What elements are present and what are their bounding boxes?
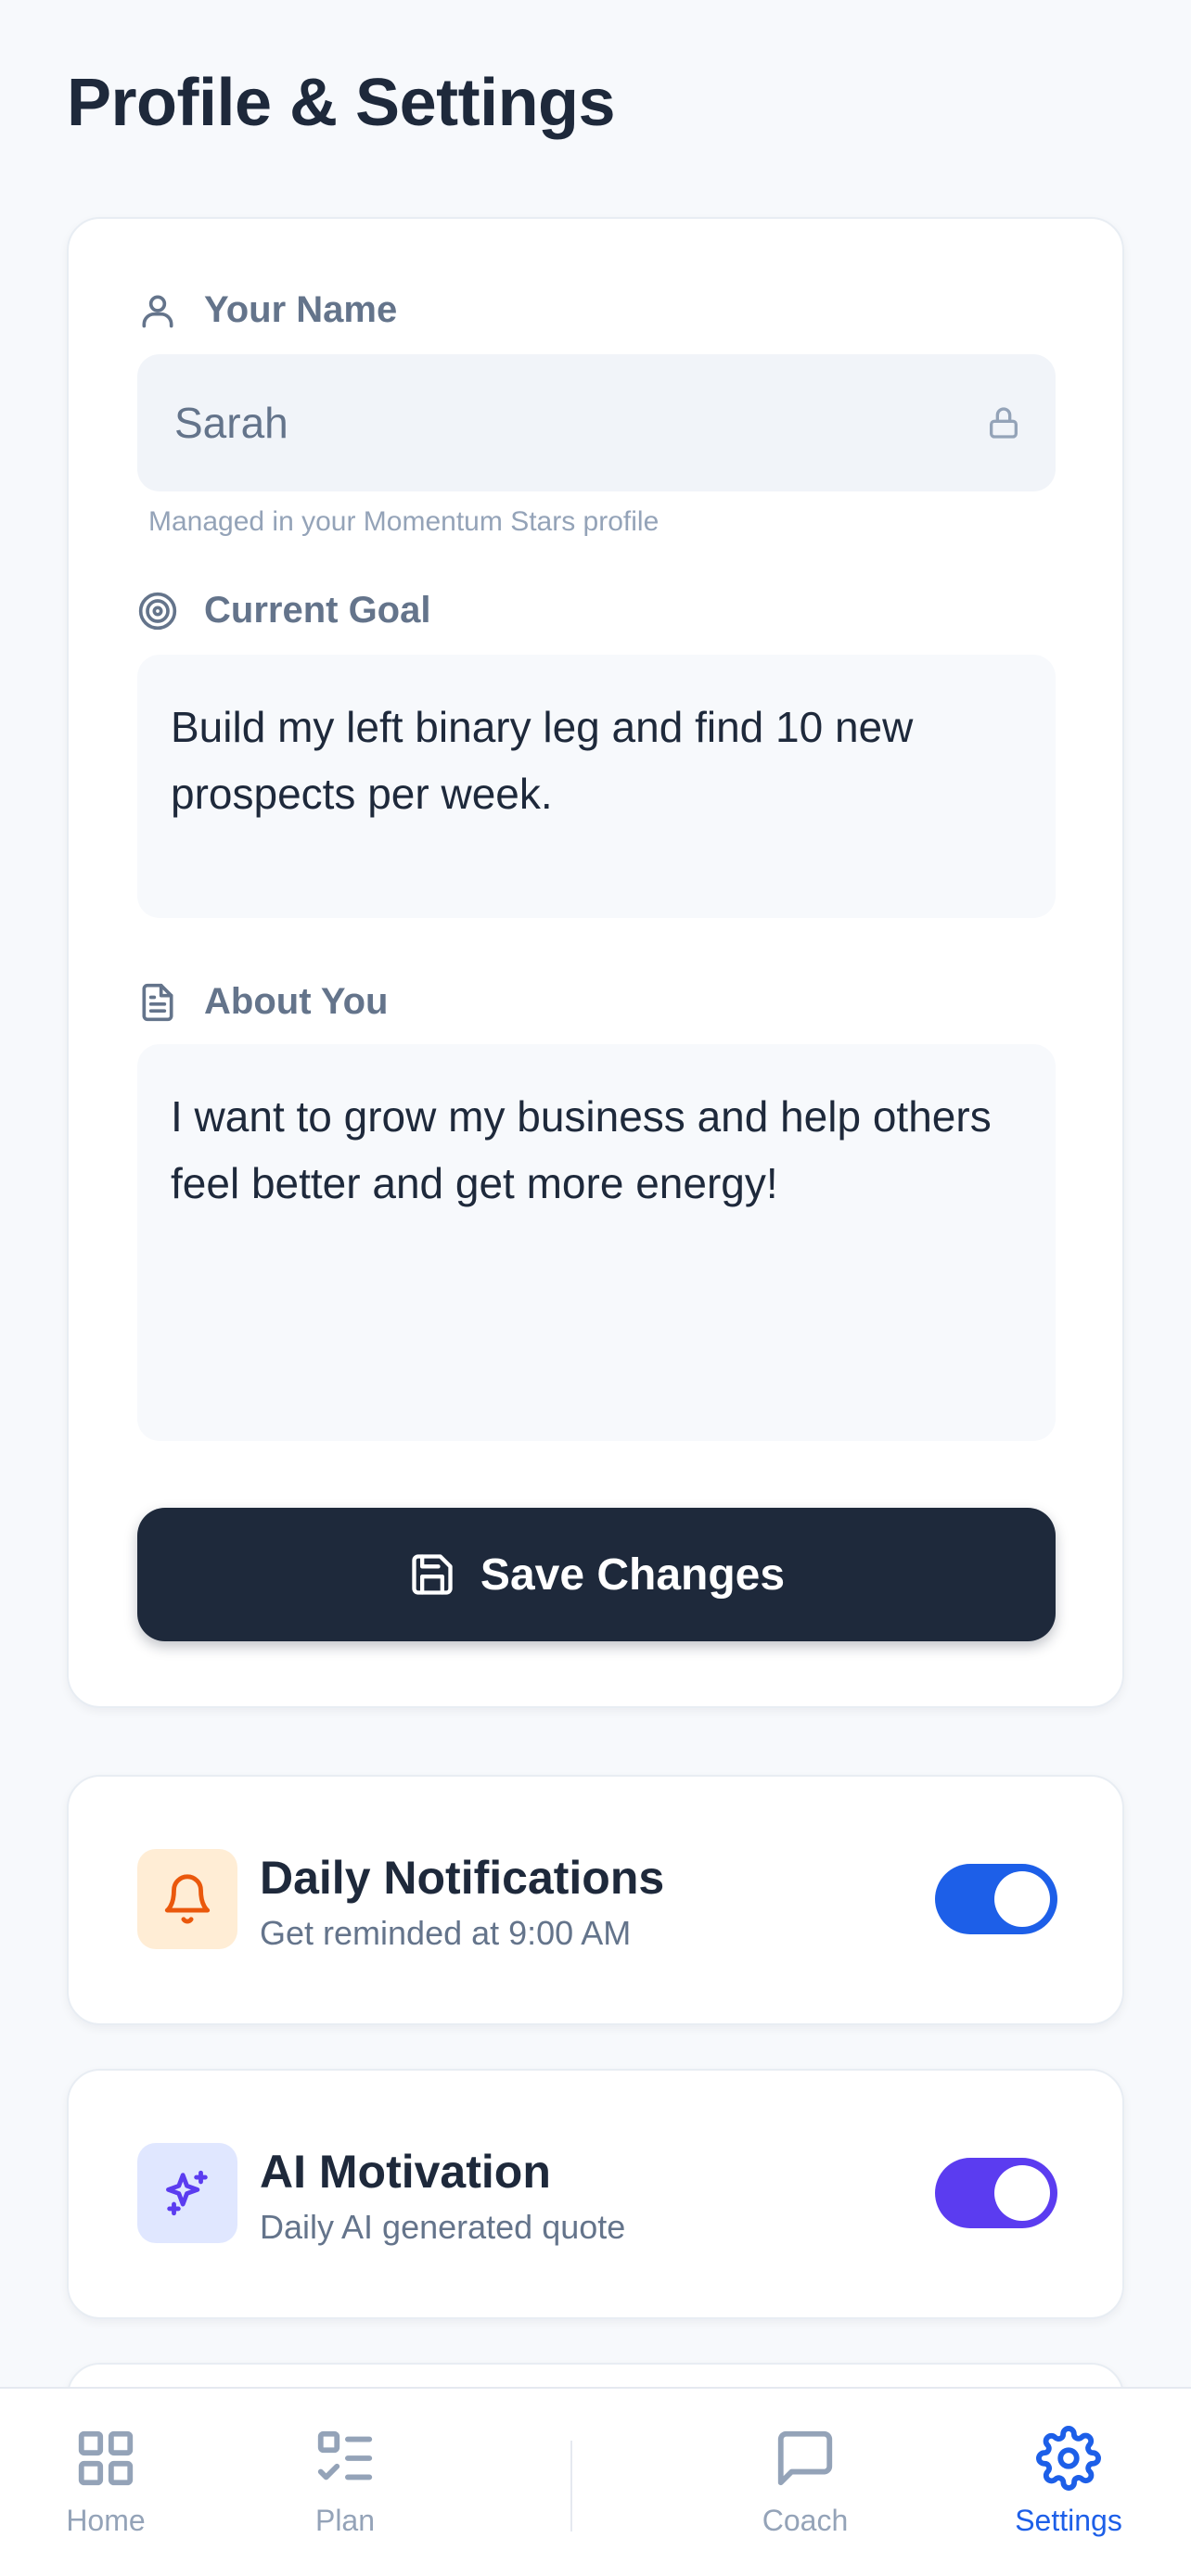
nav-coach-label: Coach (762, 2504, 849, 2537)
nav-home[interactable]: Home (13, 2426, 198, 2538)
nav-plan[interactable]: Plan (252, 2426, 438, 2538)
bottom-nav: Home Plan Coach Settings (0, 2387, 1191, 2576)
about-label: About You (137, 981, 388, 1023)
notifications-subtitle: Get reminded at 9:00 AM (260, 1914, 632, 1952)
notifications-toggle[interactable] (935, 1864, 1057, 1934)
gear-icon (1036, 2426, 1101, 2491)
goal-label: Current Goal (137, 590, 430, 631)
grid-icon (78, 2430, 134, 2486)
nav-home-label: Home (66, 2504, 146, 2537)
ai-motivation-card: AI Motivation Daily AI generated quote (67, 2069, 1124, 2319)
ai-motivation-toggle[interactable] (935, 2158, 1057, 2228)
target-icon (138, 592, 177, 630)
nav-settings-label: Settings (1015, 2504, 1122, 2537)
save-changes-label: Save Changes (480, 1549, 786, 1600)
ai-motivation-title: AI Motivation (260, 2146, 551, 2198)
name-field: Sarah (137, 354, 1056, 491)
name-label-text: Your Name (204, 289, 398, 330)
nav-coach[interactable]: Coach (712, 2426, 898, 2538)
name-value: Sarah (174, 399, 288, 447)
about-label-text: About You (204, 981, 389, 1022)
ai-icon-tile (137, 2143, 237, 2243)
name-helper-text: Managed in your Momentum Stars profile (148, 506, 660, 537)
document-icon (142, 983, 173, 1021)
goal-label-text: Current Goal (204, 590, 431, 631)
user-icon (142, 295, 173, 327)
page-title: Profile & Settings (67, 66, 616, 140)
notifications-icon-tile (137, 1849, 237, 1949)
notifications-title: Daily Notifications (260, 1852, 665, 1904)
toggle-knob (994, 2165, 1050, 2221)
checklist-icon (317, 2430, 373, 2480)
nav-plan-label: Plan (314, 2504, 376, 2537)
notifications-card: Daily Notifications Get reminded at 9:00… (67, 1775, 1124, 2025)
toggle-knob (994, 1871, 1050, 1927)
nav-settings[interactable]: Settings (976, 2426, 1161, 2538)
name-label: Your Name (137, 289, 397, 331)
chat-bubble-icon (777, 2430, 833, 2486)
save-changes-button[interactable]: Save Changes (137, 1508, 1056, 1641)
goal-textarea[interactable]: Build my left binary leg and find 10 new… (137, 655, 1056, 918)
about-textarea[interactable]: I want to grow my business and help othe… (137, 1044, 1056, 1441)
bell-icon (164, 1874, 211, 1924)
lock-icon (985, 404, 1022, 441)
nav-divider (570, 2441, 572, 2531)
floppy-disk-icon (412, 1554, 453, 1595)
ai-motivation-subtitle: Daily AI generated quote (260, 2208, 626, 2246)
sparkles-icon (166, 2170, 208, 2216)
profile-card: Your Name Sarah Managed in your Momentum… (67, 217, 1124, 1708)
